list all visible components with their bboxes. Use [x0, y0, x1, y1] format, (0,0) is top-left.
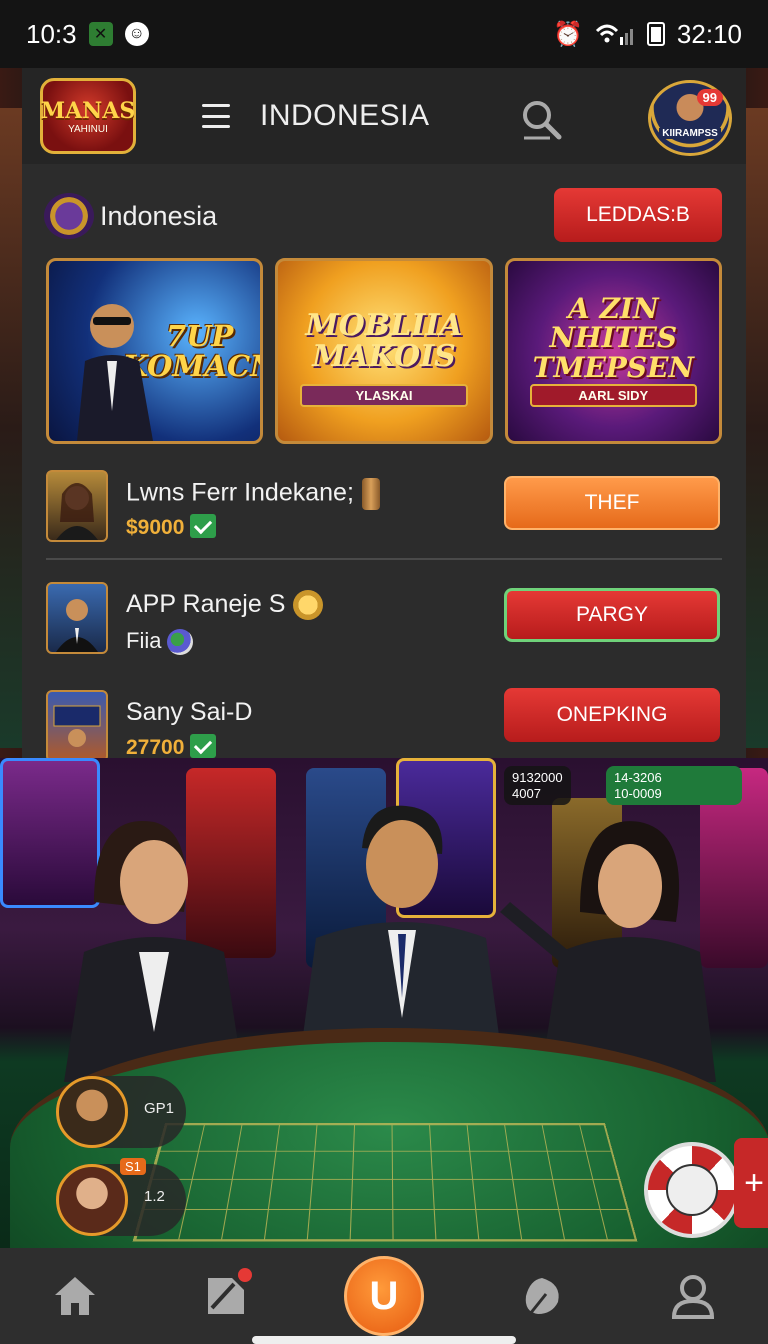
- trophy-icon: [361, 478, 380, 510]
- item-title: APP Raneje S: [126, 590, 324, 621]
- battery-icon: [646, 22, 665, 46]
- page-title: INDONESIA: [260, 99, 430, 132]
- item-title: Lwns Ferr Indekane;: [126, 478, 380, 510]
- profile-avatar[interactable]: KIIRAMPSS 99: [648, 80, 732, 156]
- emblem-icon: [44, 193, 94, 239]
- stats-overlay: 9132000 4007: [504, 766, 571, 806]
- banner-carousel: 7UP KOMACN MOBLIIA MAKOIS YLASKAI A ZIN …: [46, 258, 722, 444]
- logo-text: MANAS: [40, 97, 136, 124]
- list-item[interactable]: Sany Sai-D 27700 ONEPKING: [46, 688, 722, 758]
- banner-card[interactable]: MOBLIIA MAKOIS YLASKAI: [275, 258, 493, 444]
- status-left: 10:3 ✕ ☺: [26, 19, 149, 50]
- dealer-center: [300, 805, 502, 1058]
- player-avatar: [56, 1164, 128, 1236]
- home-indicator[interactable]: [252, 1336, 516, 1344]
- list-item[interactable]: APP Raneje S Fiia PARGY: [46, 582, 722, 662]
- status-bar: 10:3 ✕ ☺ ⏰ 32:10: [0, 0, 768, 68]
- main-panel: MANAS YAHINUI INDONESIA KIIRAMPSS 99 Ind…: [22, 68, 746, 758]
- item-subtitle: Fiia: [126, 628, 194, 656]
- section-header: Indonesia LEDDAS:B: [44, 188, 724, 244]
- player-avatar: [56, 1076, 128, 1148]
- item-amount: $9000: [126, 514, 217, 540]
- player-badge: S1: [120, 1158, 146, 1175]
- backdrop-left: [0, 108, 22, 748]
- alarm-icon: ⏰: [553, 20, 583, 48]
- nav-favorites[interactable]: [510, 1264, 574, 1328]
- status-right: ⏰ 32:10: [553, 19, 742, 50]
- app-header: MANAS YAHINUI INDONESIA KIIRAMPSS 99: [22, 68, 746, 164]
- home-icon: [55, 1277, 96, 1315]
- status-time: 10:3: [26, 18, 77, 49]
- coin-icon: [293, 590, 324, 621]
- download-icon: ✕: [88, 22, 113, 46]
- item-action-button[interactable]: PARGY: [504, 588, 720, 642]
- accessibility-icon: ☺: [124, 22, 149, 46]
- item-title: Sany Sai-D: [126, 698, 253, 726]
- nav-center-button[interactable]: U: [343, 1256, 424, 1336]
- app-logo[interactable]: MANAS YAHINUI: [40, 78, 136, 154]
- player-chip[interactable]: GP1: [56, 1076, 186, 1148]
- clover-icon: [167, 629, 194, 656]
- player-label: GP1: [144, 1100, 175, 1117]
- odds-overlay: 14-3206 10-0009: [606, 766, 742, 806]
- avatar-text: KIIRAMPSS: [659, 128, 721, 139]
- live-table-view[interactable]: 9132000 4007 14-3206 10-0009 GP1 S1 1.2 …: [0, 758, 768, 1248]
- verified-icon: [190, 734, 217, 758]
- odds-line: 14-3206: [614, 770, 662, 785]
- leaderboard-button[interactable]: LEDDAS:B: [554, 188, 722, 242]
- odds-line: 10-0009: [614, 785, 662, 801]
- nav-profile[interactable]: [661, 1264, 725, 1328]
- banner-title: MOBLIIA MAKOIS: [305, 307, 463, 374]
- menu-icon[interactable]: [202, 104, 230, 128]
- banner-title: A ZIN NHITES TMEPSEN: [532, 291, 695, 384]
- leaf-icon: [526, 1278, 560, 1315]
- divider: [46, 558, 722, 560]
- list-item[interactable]: Lwns Ferr Indekane; $9000 THEF: [46, 470, 722, 550]
- stats-line: 9132000: [512, 770, 563, 785]
- player-chip[interactable]: S1 1.2: [56, 1158, 186, 1236]
- banner-subtitle: YLASKAI: [300, 384, 468, 407]
- item-thumbnail: [46, 690, 108, 758]
- item-action-button[interactable]: ONEPKING: [504, 688, 720, 742]
- notification-badge: 99: [696, 89, 723, 106]
- item-amount: 27700: [126, 734, 217, 758]
- backdrop-right: [746, 108, 768, 748]
- host-figure: [77, 304, 153, 441]
- banner-card[interactable]: A ZIN NHITES TMEPSEN AARL SIDY: [504, 258, 722, 444]
- item-thumbnail: [46, 470, 108, 542]
- user-icon: [671, 1275, 714, 1319]
- item-action-button[interactable]: THEF: [504, 476, 720, 530]
- player-label: 1.2: [144, 1188, 165, 1205]
- nav-home[interactable]: [43, 1264, 107, 1328]
- signal-icon: [595, 24, 633, 45]
- betting-grid: [132, 1122, 638, 1242]
- section-title: Indonesia: [100, 200, 218, 231]
- search-icon[interactable]: [520, 98, 562, 140]
- verified-icon: [190, 514, 217, 539]
- logo-subtext: YAHINUI: [68, 123, 108, 135]
- nav-notification-dot: [237, 1268, 252, 1282]
- bottom-nav: U: [0, 1248, 768, 1344]
- roulette-wheel-icon[interactable]: [644, 1142, 740, 1238]
- banner-card[interactable]: 7UP KOMACN: [46, 258, 264, 444]
- status-clock: 32:10: [676, 18, 742, 49]
- item-thumbnail: [46, 582, 108, 654]
- banner-subtitle: AARL SIDY: [529, 384, 697, 407]
- nav-promotions[interactable]: [194, 1264, 258, 1328]
- add-bet-button[interactable]: +: [734, 1138, 768, 1228]
- stats-line: 4007: [512, 785, 541, 801]
